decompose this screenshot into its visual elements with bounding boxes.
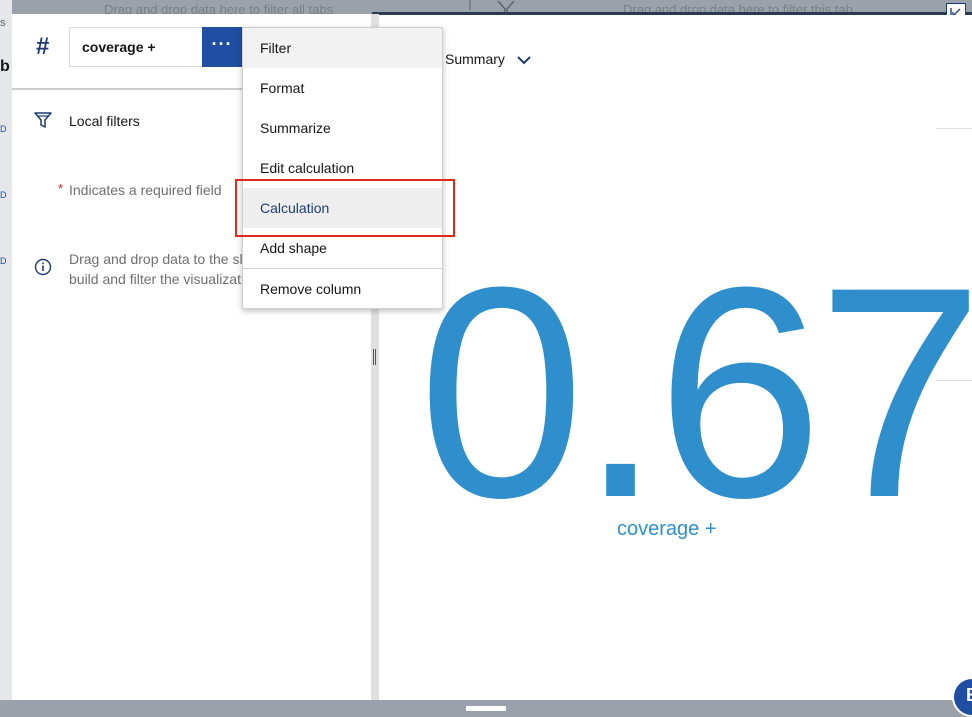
menu-item-summarize[interactable]: Summarize	[243, 108, 442, 148]
background-glyph: D	[0, 124, 7, 134]
menu-item-remove-column[interactable]: Remove column	[243, 269, 442, 309]
required-asterisk: *	[58, 181, 64, 196]
field-label: coverage +	[82, 39, 156, 55]
background-glyph: s	[0, 17, 6, 29]
required-field-note: Indicates a required field	[69, 182, 222, 198]
assistant-button-label: B	[966, 685, 972, 706]
background-glyph: D	[0, 256, 7, 266]
background-glyph: D	[0, 190, 7, 200]
numeric-type-icon: #	[36, 33, 50, 60]
background-divider	[469, 0, 471, 10]
summary-value: 0.67	[418, 224, 972, 560]
bottom-handle	[466, 706, 506, 711]
overflow-menu-icon: ···	[211, 34, 233, 54]
menu-item-format[interactable]: Format	[243, 68, 442, 108]
summary-caption: coverage +	[617, 518, 717, 540]
funnel-icon	[34, 111, 52, 134]
local-filters-label: Local filters	[69, 113, 140, 129]
chevron-down-icon[interactable]	[516, 52, 532, 73]
menu-item-filter[interactable]: Filter	[243, 28, 442, 68]
info-icon	[34, 258, 52, 281]
grid-line	[936, 128, 972, 129]
summary-dropdown-label[interactable]: Summary	[445, 51, 505, 67]
drag-drop-hint-line: build and filter the visualizati	[69, 271, 242, 287]
background-sidebar	[0, 0, 12, 711]
drag-drop-hint-line: Drag and drop data to the sl	[69, 251, 242, 267]
field-context-menu: Filter Format Summarize Edit calculation…	[242, 27, 443, 309]
background-glyph: b	[0, 58, 10, 75]
drag-drop-hint: Drag and drop data to the sl build and f…	[69, 249, 242, 289]
section-divider	[12, 88, 242, 90]
field-more-button[interactable]: ···	[202, 27, 242, 67]
highlight-annotation	[235, 179, 455, 237]
